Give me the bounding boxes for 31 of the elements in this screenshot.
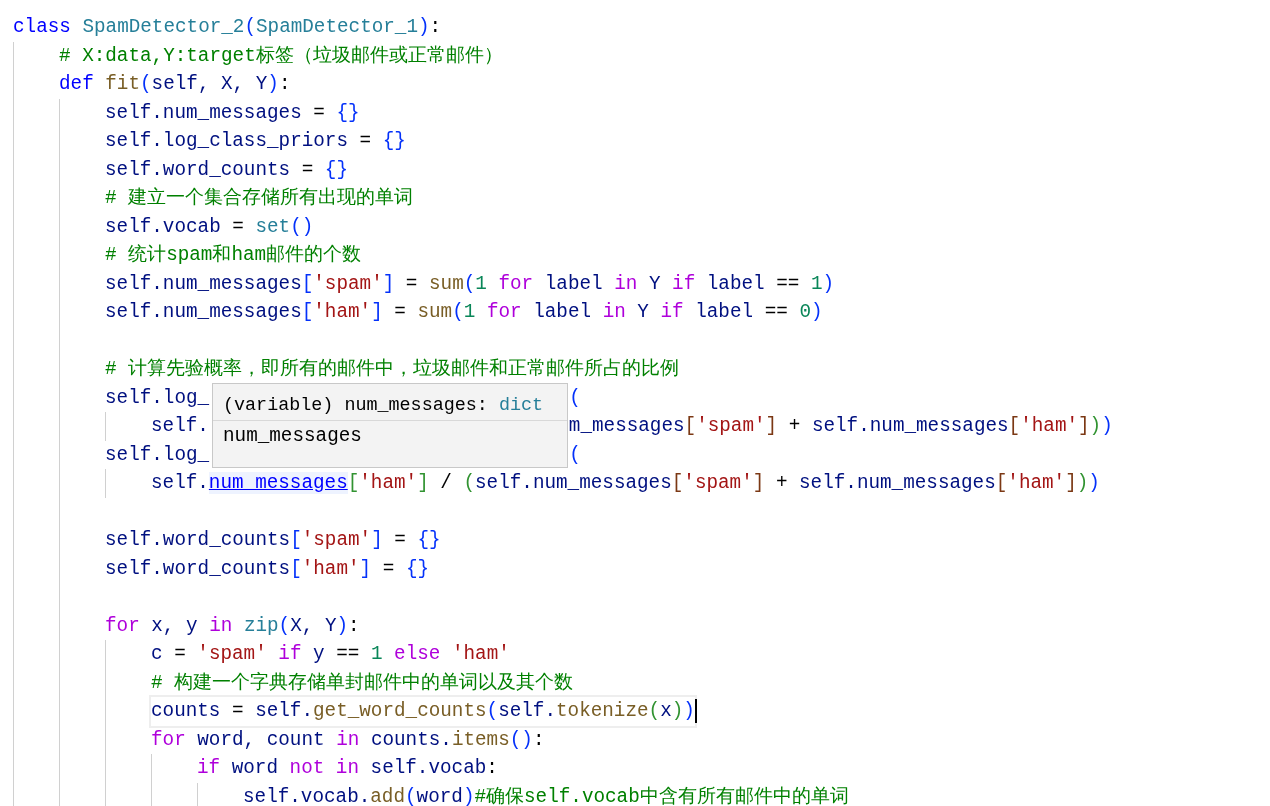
- code-line: self.vocab = set(): [105, 214, 314, 240]
- code-line: self.word_counts['ham'] = {}: [105, 556, 430, 582]
- code-line: self.log_class_priors = {}: [105, 129, 406, 154]
- code-line: self.word_counts['spam'] = {}: [105, 528, 441, 553]
- code-line: self.num_messages['spam'] = sum(1 for label in Y if label == 1): [105, 271, 835, 297]
- code-line: # 统计spam和ham邮件的个数: [105, 243, 362, 268]
- code-line: counts = self.get_word_counts(self.tokenize(x)): [151, 697, 695, 726]
- code-line: c = 'spam' if y == 1 else 'ham': [151, 642, 510, 667]
- code-fragment: m_messages['spam'] + self.num_messages['ham'])): [568, 414, 1113, 439]
- code-line: self.vocab.add(word)#确保self.vocab中含有所有邮件中的单词: [243, 784, 849, 806]
- code-fragment: self.log_: [105, 385, 210, 411]
- code-line: if word not in self.vocab:: [197, 756, 498, 781]
- text-cursor: [694, 699, 697, 724]
- code-line: self.num_messages['ham'] = sum(1 for label in Y if label == 0): [105, 300, 823, 325]
- code-line: def fit(self, X, Y):: [59, 72, 291, 97]
- code-fragment: (: [569, 442, 581, 468]
- code-line: class SpamDetector_2(SpamDetector_1):: [13, 15, 442, 40]
- code-fragment: self.: [151, 414, 209, 439]
- code-line: self.num_messages['ham'] / (self.num_messages['spam'] + self.num_messages['ham'])): [151, 471, 1100, 496]
- tooltip-doc: num_messages: [223, 424, 363, 449]
- code-line: # X:data,Y:target标签（垃圾邮件或正常邮件）: [59, 43, 503, 69]
- code-line: # 计算先验概率，即所有的邮件中，垃圾邮件和正常邮件所占的比例: [105, 357, 680, 382]
- tooltip-signature: (variable) num_messages: dict: [223, 394, 545, 418]
- code-line: self.word_counts = {}: [105, 157, 348, 183]
- code-line: # 建立一个集合存储所有出现的单词: [105, 186, 414, 211]
- code-line: self.num_messages = {}: [105, 100, 360, 126]
- code-fragment: (: [569, 385, 581, 411]
- code-line: # 构建一个字典存储单封邮件中的单词以及其个数: [151, 670, 574, 696]
- code-line: for x, y in zip(X, Y):: [105, 613, 360, 639]
- code-line: for word, count in counts.items():: [151, 727, 545, 753]
- code-fragment: self.log_: [105, 442, 210, 468]
